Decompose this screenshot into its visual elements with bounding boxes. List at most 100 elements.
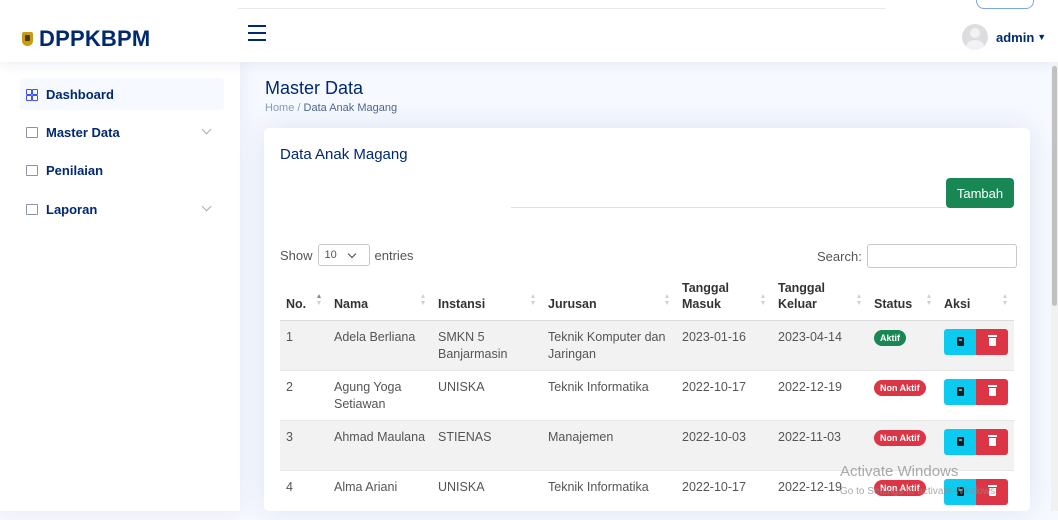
- user-profile-dropdown[interactable]: admin ▼: [962, 24, 1046, 50]
- detail-button[interactable]: [944, 328, 976, 355]
- entries-select-value: 10: [324, 249, 337, 261]
- hamburger-menu-icon[interactable]: [248, 25, 266, 41]
- cell-jurusan: Manajemen: [542, 419, 676, 470]
- entries-select[interactable]: 10: [317, 244, 370, 266]
- sidebar-item-label: Penilaian: [46, 162, 104, 178]
- cell-tanggal-keluar: 2022-12-19: [772, 369, 868, 420]
- breadcrumb-separator: /: [297, 102, 301, 114]
- trash-icon: [987, 334, 997, 346]
- menu-list-icon: [26, 126, 38, 138]
- sidebar-item-label: Dashboard: [46, 86, 114, 102]
- breadcrumb-home[interactable]: Home: [265, 102, 294, 114]
- delete-button[interactable]: [976, 378, 1008, 405]
- breadcrumb: Home / Data Anak Magang: [265, 102, 397, 114]
- cell-jurusan: Teknik Informatika: [542, 369, 676, 420]
- cell-nama: Adela Berliana: [328, 319, 432, 370]
- book-icon: [956, 337, 964, 346]
- cell-tanggal-masuk: 2022-10-03: [676, 419, 772, 470]
- sidebar-item-laporan[interactable]: Laporan: [20, 193, 224, 225]
- sidebar-item-label: Master Data: [46, 124, 120, 140]
- column-header-status[interactable]: Status: [868, 276, 938, 321]
- column-header-aksi[interactable]: Aksi: [938, 276, 1014, 321]
- cell-aksi: [938, 319, 1014, 370]
- sidebar: Dashboard Master Data Penilaian Laporan: [0, 62, 240, 511]
- sort-icon: [1003, 293, 1008, 306]
- column-header-tanggal-keluar[interactable]: Tanggal Keluar: [772, 276, 868, 321]
- document-icon: [26, 164, 38, 176]
- book-icon: [956, 387, 964, 396]
- sort-icon: [761, 293, 766, 306]
- cell-jurusan: Teknik Informatika: [542, 469, 676, 520]
- top-header: DPPKBPM admin ▼: [0, 0, 1058, 62]
- chevron-down-icon: [201, 124, 212, 135]
- add-button[interactable]: Tambah: [946, 178, 1014, 208]
- top-divider: [238, 0, 886, 9]
- chevron-down-icon: [201, 201, 212, 212]
- column-header-nama[interactable]: Nama: [328, 276, 432, 321]
- page-scrollbar[interactable]: [1051, 62, 1058, 511]
- cell-nama: Agung Yoga Setiawan: [328, 369, 432, 420]
- breadcrumb-current: Data Anak Magang: [303, 102, 398, 114]
- cell-no: 3: [280, 419, 328, 470]
- brand-name: DPPKBPM: [39, 26, 151, 51]
- trash-icon: [987, 384, 997, 396]
- column-header-jurusan[interactable]: Jurusan: [542, 276, 676, 321]
- sort-icon: [857, 293, 862, 306]
- table-row: 1 Adela Berliana SMKN 5 Banjarmasin Tekn…: [280, 319, 1014, 370]
- cell-status: Non Aktif: [868, 369, 938, 420]
- windows-activation-hint: Go to Settings to activate Windows.: [840, 486, 998, 497]
- cell-no: 1: [280, 319, 328, 370]
- column-header-tanggal-masuk[interactable]: Tanggal Masuk: [676, 276, 772, 321]
- cell-no: 4: [280, 469, 328, 520]
- cell-status: Aktif: [868, 319, 938, 370]
- cell-instansi: SMKN 5 Banjarmasin: [432, 319, 542, 370]
- delete-button[interactable]: [976, 328, 1008, 355]
- status-badge: Aktif: [874, 329, 906, 346]
- chevron-down-icon: [347, 249, 357, 258]
- sort-icon: [927, 293, 932, 306]
- cell-tanggal-keluar: 2023-04-14: [772, 319, 868, 370]
- cell-no: 2: [280, 369, 328, 420]
- table-search: Search:: [817, 244, 1017, 268]
- trash-icon: [987, 434, 997, 446]
- search-label: Search:: [817, 248, 862, 264]
- page-title: Master Data: [265, 78, 364, 98]
- cell-tanggal-masuk: 2023-01-16: [676, 319, 772, 370]
- grid-icon: [26, 88, 38, 101]
- caret-down-icon: ▼: [1037, 32, 1047, 42]
- status-badge: Non Aktif: [874, 429, 926, 446]
- sort-icon: [665, 293, 670, 306]
- data-table: No. Nama Instansi Jurusan Tanggal Masuk …: [280, 276, 1014, 520]
- sidebar-item-dashboard[interactable]: Dashboard: [20, 78, 224, 110]
- card-title: Data Anak Magang: [280, 146, 408, 163]
- cell-nama: Ahmad Maulana: [328, 419, 432, 470]
- user-name: admin: [996, 29, 1035, 45]
- cell-tanggal-masuk: 2022-10-17: [676, 369, 772, 420]
- column-header-no[interactable]: No.: [280, 276, 328, 321]
- search-input[interactable]: [866, 244, 1017, 268]
- emblem-icon: [22, 32, 33, 46]
- cell-instansi: UNISKA: [432, 469, 542, 520]
- cell-instansi: STIENAS: [432, 419, 542, 470]
- entries-label: entries: [374, 247, 414, 263]
- delete-button[interactable]: [976, 428, 1008, 455]
- cell-tanggal-masuk: 2022-10-17: [676, 469, 772, 520]
- column-header-instansi[interactable]: Instansi: [432, 276, 542, 321]
- detail-button[interactable]: [944, 378, 976, 405]
- detail-button[interactable]: [944, 428, 976, 455]
- status-badge: Non Aktif: [874, 379, 926, 396]
- data-card: Data Anak Magang Tambah Show 10 entries …: [264, 128, 1030, 520]
- sidebar-item-master-data[interactable]: Master Data: [20, 116, 224, 148]
- scrollbar-thumb[interactable]: [1052, 66, 1057, 306]
- card-divider: [511, 207, 1009, 208]
- entries-length-control: Show 10 entries: [280, 244, 414, 266]
- show-label: Show: [280, 247, 313, 263]
- cell-instansi: UNISKA: [432, 369, 542, 420]
- book-icon: [956, 437, 964, 446]
- cell-jurusan: Teknik Komputer dan Jaringan: [542, 319, 676, 370]
- sidebar-item-penilaian[interactable]: Penilaian: [20, 154, 224, 186]
- avatar: [962, 24, 988, 50]
- brand-logo[interactable]: DPPKBPM: [22, 26, 150, 52]
- top-edge-button: [976, 0, 1034, 9]
- windows-activation-watermark: Activate Windows: [840, 463, 959, 480]
